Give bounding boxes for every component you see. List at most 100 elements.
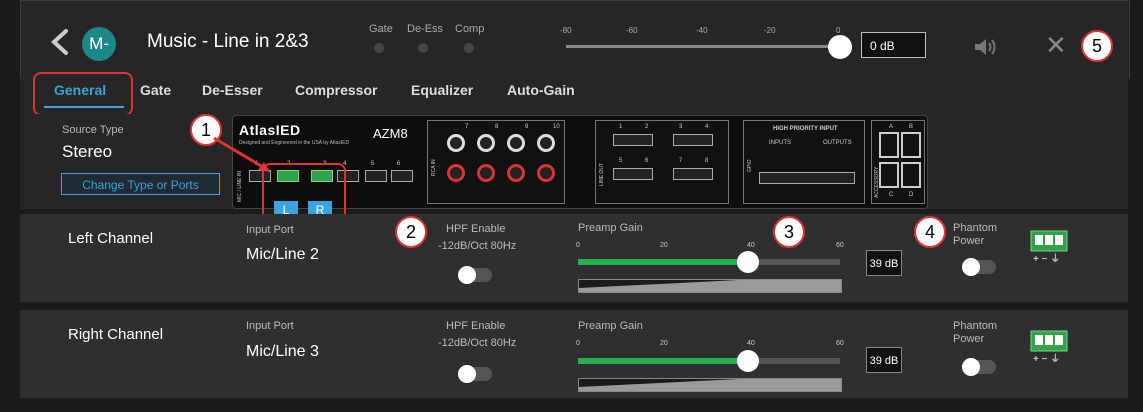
line-out-port-number: 6 — [645, 158, 649, 164]
tab-equalizer[interactable]: Equalizer — [411, 82, 473, 98]
speaker-icon[interactable] — [974, 38, 998, 61]
line-out-port — [673, 168, 713, 180]
right-phantom-label: Phantom Power — [953, 320, 997, 346]
tab-auto-gain[interactable]: Auto-Gain — [507, 82, 575, 98]
left-preamp-label: Preamp Gain — [578, 222, 643, 234]
gate-indicator-label: Gate — [369, 23, 393, 35]
comp-indicator-label: Comp — [455, 23, 485, 35]
line-out-section — [595, 120, 729, 204]
page-title: Music - Line in 2&3 — [147, 31, 309, 52]
meter-tick: -80 — [560, 26, 572, 35]
tab-gate[interactable]: Gate — [140, 82, 171, 98]
rj45-port — [879, 162, 899, 188]
gain-tick: 0 — [576, 340, 580, 347]
accessory-port-letter: B — [909, 124, 914, 130]
phantom-terminal-icon: + − ⏚ — [1030, 330, 1068, 364]
source-type-value: Stereo — [62, 142, 113, 161]
left-hpf-toggle-knob[interactable] — [458, 266, 476, 284]
rca-jack — [507, 164, 525, 182]
callout-5: 5 — [1081, 30, 1113, 62]
rj45-port — [901, 162, 921, 188]
rca-section — [427, 120, 565, 204]
rca-jack — [537, 164, 555, 182]
phantom-terminal-icon: + − ⏚ — [1030, 230, 1068, 264]
meter-tick: -20 — [764, 26, 776, 35]
callout-4: 4 — [914, 216, 946, 248]
line-out-port-number: 3 — [679, 124, 683, 130]
outputs-label: OUTPUTS — [823, 140, 852, 146]
master-level-slider[interactable] — [566, 45, 842, 48]
rca-jack — [477, 134, 495, 152]
right-input-port-value[interactable]: Mic/Line 3 — [246, 343, 319, 361]
callout-2: 2 — [395, 216, 427, 248]
left-hpf-value: -12dB/Oct 80Hz — [438, 240, 517, 252]
line-out-label: LINE OUT — [599, 162, 605, 186]
callout-3: 3 — [773, 216, 805, 248]
line-out-port-number: 4 — [705, 124, 709, 130]
inputs-label: INPUTS — [769, 140, 792, 146]
rca-port-number: 9 — [525, 124, 529, 130]
left-phantom-toggle-knob[interactable] — [962, 258, 980, 276]
right-input-port-label: Input Port — [246, 320, 294, 332]
right-hpf-label: HPF Enable — [446, 320, 506, 332]
accessory-port-letter: C — [889, 192, 894, 198]
rj45-port — [901, 132, 921, 158]
left-input-port-value[interactable]: Mic/Line 2 — [246, 246, 319, 264]
gain-tick: 20 — [660, 242, 668, 249]
avatar: M- — [82, 27, 116, 61]
mic-port-number: 6 — [397, 161, 401, 167]
tab-de-esser[interactable]: De-Esser — [202, 82, 263, 98]
svg-text:+ − ⏚: + − ⏚ — [1033, 253, 1060, 264]
callout-arrow — [213, 136, 270, 172]
phantom-label-line: Phantom — [953, 222, 998, 234]
tab-highlight-box — [33, 72, 133, 116]
meter-tick: -60 — [626, 26, 638, 35]
left-gain-value[interactable]: 39 dB — [866, 250, 902, 276]
tab-compressor[interactable]: Compressor — [295, 82, 377, 98]
gain-tick: 60 — [836, 340, 844, 347]
rca-in-label: RCA IN — [431, 159, 437, 176]
master-level-input[interactable]: 0 dB — [861, 32, 926, 58]
rj45-port — [879, 132, 899, 158]
gain-tick: 20 — [660, 340, 668, 347]
line-out-port — [673, 134, 713, 146]
back-chevron-icon[interactable] — [48, 28, 72, 56]
left-channel-name: Left Channel — [68, 230, 154, 247]
rca-port-number: 10 — [553, 124, 560, 130]
line-out-port-number: 8 — [705, 158, 709, 164]
accessory-port-letter: A — [889, 124, 894, 130]
phantom-label-line: Power — [953, 333, 985, 345]
close-icon[interactable]: ✕ — [1045, 30, 1067, 61]
left-input-port-label: Input Port — [246, 224, 294, 236]
mic-port-5[interactable] — [365, 170, 387, 182]
right-phantom-toggle-knob[interactable] — [962, 358, 980, 376]
right-hpf-value: -12dB/Oct 80Hz — [438, 337, 517, 349]
meter-tick: 0 — [836, 26, 841, 35]
svg-text:+ − ⏚: + − ⏚ — [1033, 353, 1060, 364]
right-channel-name: Right Channel — [68, 326, 164, 343]
gpio-label: GPIO — [747, 159, 753, 172]
phantom-label-line: Power — [953, 235, 985, 247]
mic-port-6[interactable] — [391, 170, 413, 182]
deess-indicator-label: De-Ess — [407, 23, 444, 35]
line-out-port — [613, 168, 653, 180]
model-name: AZM8 — [373, 126, 408, 141]
right-gain-ramp — [578, 378, 842, 392]
right-gain-value[interactable]: 39 dB — [866, 347, 902, 373]
rca-jack — [507, 134, 525, 152]
high-priority-label: HIGH PRIORITY INPUT — [773, 126, 838, 132]
line-out-port-number: 1 — [619, 124, 623, 130]
gain-tick: 40 — [747, 340, 755, 347]
line-out-port-number: 2 — [645, 124, 649, 130]
gain-tick: 0 — [576, 242, 580, 249]
phantom-label-line: Phantom — [953, 320, 998, 332]
left-preamp-fill — [578, 259, 749, 265]
master-level-knob[interactable] — [828, 35, 852, 59]
left-hpf-label: HPF Enable — [446, 223, 506, 235]
line-out-port — [613, 134, 653, 146]
rca-port-number: 7 — [465, 124, 469, 130]
change-type-button[interactable]: Change Type or Ports — [61, 173, 220, 195]
rca-jack — [477, 164, 495, 182]
meter-tick: -40 — [696, 26, 708, 35]
right-hpf-toggle-knob[interactable] — [458, 365, 476, 383]
